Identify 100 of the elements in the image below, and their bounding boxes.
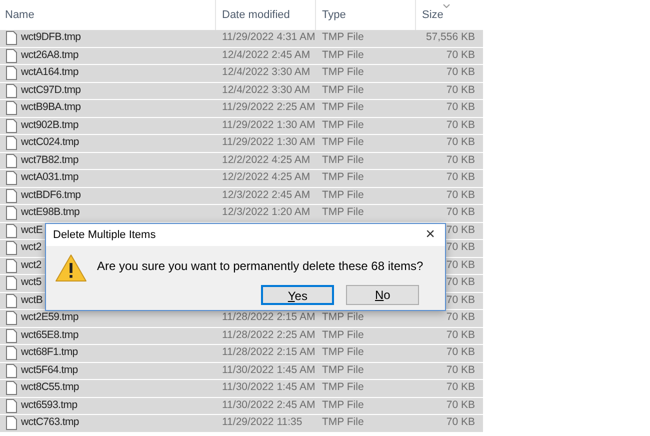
file-name: wct5 [21,275,42,290]
file-name: wctE98B.tmp [21,205,80,220]
dialog-button[interactable]: Yes [261,285,334,305]
dialog-message: Are you sure you want to permanently delete these 68 items? [97,258,424,275]
file-type: TMP File [322,84,364,96]
file-size: 70 KB [446,65,475,80]
column-header[interactable]: Name [5,6,34,24]
file-icon [6,381,17,396]
file-icon [6,206,17,220]
date-modified: 11/29/2022 11:35 [222,416,302,428]
date-modified: 11/30/2022 1:45 AM [222,364,316,376]
file-icon [6,398,17,413]
file-size: 70 KB [446,345,475,360]
file-row[interactable]: wct9DFB.tmp 11/29/2022 4:31 AM TMP File 57,556 KB [0,30,483,48]
file-icon [6,84,17,98]
file-icon [6,136,17,150]
file-row[interactable]: wct2E59.tmp 11/28/2022 2:15 AM TMP File 70 KB [0,310,483,328]
file-row[interactable]: wctE98B.tmp 12/3/2022 1:20 AM TMP File 70 KB [0,205,483,222]
date-modified: 11/29/2022 1:30 AM [222,118,316,131]
file-size: 70 KB [446,188,475,203]
file-type: TMP File [322,48,364,61]
date-modified: 11/28/2022 2:15 AM [222,346,316,358]
file-icon [6,188,17,203]
column-header[interactable]: Date modified [222,6,290,24]
file-row[interactable]: wct5F64.tmp 11/30/2022 1:45 AM TMP File 70 KB [0,362,483,380]
file-name: wctC763.tmp [21,415,79,430]
file-row[interactable]: wctB9BA.tmp 11/29/2022 2:25 AM TMP File 70 KB [0,100,483,118]
file-size: 70 KB [446,152,475,168]
file-row[interactable]: wctBDF6.tmp 12/3/2022 2:45 AM TMP File 70 KB [0,188,483,205]
file-name: wct8C55.tmp [21,380,79,396]
file-name: wct6593.tmp [21,398,78,413]
date-modified: 11/29/2022 2:25 AM [222,101,316,114]
file-type: TMP File [322,398,364,411]
file-row[interactable]: wct26A8.tmp 12/4/2022 2:45 AM TMP File 70 KB [0,48,483,65]
file-name: wct7B82.tmp [21,152,78,168]
file-row[interactable]: wct8C55.tmp 11/30/2022 1:45 AM TMP File 70 KB [0,380,483,398]
file-row[interactable]: wct68F1.tmp 11/28/2022 2:15 AM TMP File 70 KB [0,345,483,362]
file-row[interactable]: wct902B.tmp 11/29/2022 1:30 AM TMP File 70 KB [0,118,483,135]
file-row[interactable]: wctC763.tmp 11/29/2022 11:35 TMP File 70 KB [0,415,483,432]
file-type: TMP File [322,188,364,201]
date-modified: 12/4/2022 2:45 AM [222,48,310,61]
file-type: TMP File [322,171,364,184]
file-type: TMP File [322,101,364,114]
file-name: wctC024.tmp [21,135,79,150]
file-size: 70 KB [446,205,475,220]
file-size: 70 KB [446,275,475,290]
column-header[interactable]: Size [422,6,444,24]
file-row[interactable]: wctC024.tmp 11/29/2022 1:30 AM TMP File 70 KB [0,135,483,152]
file-name: wct5F64.tmp [21,362,78,378]
file-size: 70 KB [446,258,475,273]
file-size: 70 KB [446,292,475,308]
file-icon [6,346,17,360]
file-type: TMP File [322,154,364,166]
file-type: TMP File [322,311,364,324]
date-modified: 11/29/2022 1:30 AM [222,136,316,148]
file-size: 70 KB [446,310,475,326]
file-row[interactable]: wct6593.tmp 11/30/2022 2:45 AM TMP File 70 KB [0,398,483,415]
file-size: 70 KB [446,135,475,150]
file-name: wct26A8.tmp [21,48,78,63]
file-icon [6,118,17,133]
file-icon [6,48,17,63]
file-icon [6,328,17,343]
file-type: TMP File [322,416,364,428]
file-name: wct65E8.tmp [21,328,78,343]
file-name: wctB [21,292,43,308]
date-modified: 12/2/2022 4:25 AM [222,154,310,166]
file-row[interactable]: wct7B82.tmp 12/2/2022 4:25 AM TMP File 70 KB [0,152,483,170]
file-size: 70 KB [446,415,475,430]
date-modified: 11/28/2022 2:15 AM [222,311,316,324]
file-size: 70 KB [446,362,475,378]
file-icon [6,66,17,80]
file-size: 57,556 KB [426,30,475,46]
dialog-title: Delete Multiple Items [53,228,156,243]
file-icon [6,171,17,186]
date-modified: 12/4/2022 3:30 AM [222,66,310,78]
date-modified: 11/29/2022 4:31 AM [222,31,316,44]
column-header[interactable]: Type [322,6,346,24]
file-name: wctC97D.tmp [21,82,81,98]
file-type: TMP File [322,328,364,341]
file-row[interactable]: wctC97D.tmp 12/4/2022 3:30 AM TMP File 70 KB [0,82,483,100]
file-name: wct902B.tmp [21,118,78,133]
date-modified: 12/3/2022 1:20 AM [222,206,310,218]
file-size: 70 KB [446,100,475,116]
file-type: TMP File [322,136,364,148]
close-button[interactable]: × [422,227,439,243]
file-type: TMP File [322,364,364,376]
file-size: 70 KB [446,398,475,413]
file-row[interactable]: wctA164.tmp 12/4/2022 3:30 AM TMP File 70 KB [0,65,483,82]
file-name: wctBDF6.tmp [21,188,81,203]
file-name: wct9DFB.tmp [21,30,81,46]
file-icon [6,101,17,116]
file-size: 70 KB [446,170,475,186]
file-size: 70 KB [446,118,475,133]
file-size: 70 KB [446,48,475,63]
file-row[interactable]: wct65E8.tmp 11/28/2022 2:25 AM TMP File 70 KB [0,328,483,345]
file-type: TMP File [322,381,364,394]
file-name: wctE [21,222,43,238]
file-row[interactable]: wctA031.tmp 12/2/2022 4:25 AM TMP File 70 KB [0,170,483,188]
dialog-button[interactable]: No [346,285,420,305]
file-name: wctA164.tmp [21,65,78,80]
